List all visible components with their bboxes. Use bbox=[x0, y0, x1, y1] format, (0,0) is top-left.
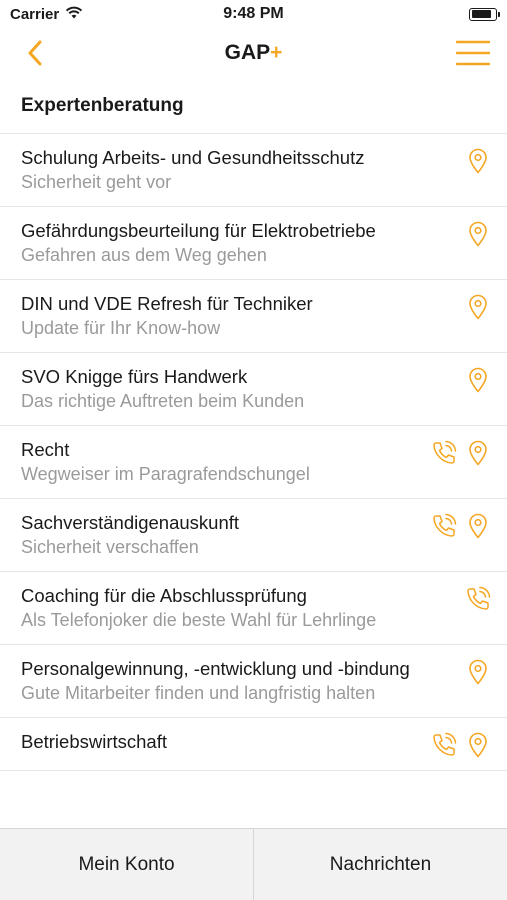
list-item-text: SVO Knigge fürs Handwerk Das richtige Auf… bbox=[21, 365, 465, 413]
location-pin-icon[interactable] bbox=[465, 294, 491, 320]
list-item-title: SVO Knigge fürs Handwerk bbox=[21, 366, 248, 387]
carrier-label: Carrier bbox=[10, 5, 60, 23]
list-item-actions bbox=[431, 730, 491, 758]
list-item-subtitle: Als Telefonjoker die beste Wahl für Lehr… bbox=[21, 610, 377, 630]
list-item-title: Gefährdungsbeurteilung für Elektrobetrie… bbox=[21, 220, 376, 241]
status-bar: Carrier bbox=[0, 0, 507, 28]
location-pin-icon[interactable] bbox=[465, 440, 491, 466]
list-item-actions bbox=[465, 584, 491, 612]
list-item-title: DIN und VDE Refresh für Techniker bbox=[21, 293, 313, 314]
list-item-text: Coaching für die Abschlussprüfung Als Tel… bbox=[21, 584, 465, 632]
list-item-text: Schulung Arbeits- und Gesundheitsschutz S… bbox=[21, 146, 465, 194]
app-title-text: GAP bbox=[224, 41, 271, 64]
phone-call-icon[interactable] bbox=[431, 513, 457, 539]
hamburger-menu-icon bbox=[456, 40, 490, 66]
list-item-subtitle: Das richtige Auftreten beim Kunden bbox=[21, 391, 305, 411]
list-item-title: Betriebswirtschaft bbox=[21, 731, 167, 752]
location-pin-icon[interactable] bbox=[465, 659, 491, 685]
list-item[interactable]: Personalgewinnung, -entwicklung und -bin… bbox=[0, 645, 507, 718]
phone-call-icon[interactable] bbox=[431, 440, 457, 466]
phone-call-icon[interactable] bbox=[465, 586, 491, 612]
list-item-subtitle: Wegweiser im Paragrafendschungel bbox=[21, 464, 310, 484]
phone-call-icon[interactable] bbox=[431, 732, 457, 758]
list-item-subtitle: Gute Mitarbeiter finden und langfristig … bbox=[21, 683, 376, 703]
list-item-text: Betriebswirtschaft bbox=[21, 730, 431, 754]
battery-icon bbox=[469, 7, 500, 21]
app-title: GAP+ bbox=[0, 41, 507, 65]
list-item-title: Recht bbox=[21, 439, 70, 460]
list-item[interactable]: Coaching für die Abschlussprüfung Als Tel… bbox=[0, 572, 507, 645]
list-item-title: Schulung Arbeits- und Gesundheitsschutz bbox=[21, 147, 365, 168]
list-item-subtitle: Sicherheit verschaffen bbox=[21, 537, 199, 557]
list-item-actions bbox=[431, 438, 491, 466]
list-item-title: Sachverständigenauskunft bbox=[21, 512, 240, 533]
list-item[interactable]: Sachverständigenauskunft Sicherheit versc… bbox=[0, 499, 507, 572]
location-pin-icon[interactable] bbox=[465, 367, 491, 393]
list-item-subtitle: Update für Ihr Know-how bbox=[21, 318, 221, 338]
list-item-title: Coaching für die Abschlussprüfung bbox=[21, 585, 307, 606]
list-item-actions bbox=[465, 292, 491, 320]
back-button[interactable] bbox=[18, 36, 52, 70]
list-item-title: Personalgewinnung, -entwicklung und -bin… bbox=[21, 658, 410, 679]
list-item-text: Gefährdungsbeurteilung für Elektrobetrie… bbox=[21, 219, 465, 267]
list-item-actions bbox=[465, 657, 491, 685]
list-item[interactable]: DIN und VDE Refresh für Techniker Update … bbox=[0, 280, 507, 353]
list-item[interactable]: Gefährdungsbeurteilung für Elektrobetrie… bbox=[0, 207, 507, 280]
location-pin-icon[interactable] bbox=[465, 148, 491, 174]
list-item[interactable]: Schulung Arbeits- und Gesundheitsschutz S… bbox=[0, 134, 507, 207]
list-item-actions bbox=[465, 365, 491, 393]
tab-mein-konto[interactable]: Mein Konto bbox=[0, 829, 253, 900]
list-item-subtitle: Sicherheit geht vor bbox=[21, 172, 172, 192]
list-item[interactable]: SVO Knigge fürs Handwerk Das richtige Auf… bbox=[0, 353, 507, 426]
battery-fill bbox=[471, 10, 492, 18]
section-header: Expertenberatung bbox=[0, 78, 507, 134]
bottom-tab-bar: Mein Konto Nachrichten bbox=[0, 828, 507, 900]
expert-list: Schulung Arbeits- und Gesundheitsschutz S… bbox=[0, 134, 507, 828]
list-item-text: Personalgewinnung, -entwicklung und -bin… bbox=[21, 657, 465, 705]
tab-nachrichten[interactable]: Nachrichten bbox=[253, 829, 507, 900]
list-item-actions bbox=[465, 219, 491, 247]
list-item[interactable]: Recht Wegweiser im Paragrafendschungel bbox=[0, 426, 507, 499]
list-item-actions bbox=[465, 146, 491, 174]
wifi-icon bbox=[65, 6, 83, 23]
navigation-bar: GAP+ bbox=[0, 28, 507, 78]
app-title-plus: + bbox=[270, 41, 283, 64]
chevron-left-icon bbox=[28, 40, 42, 66]
list-item[interactable]: Betriebswirtschaft bbox=[0, 718, 507, 771]
location-pin-icon[interactable] bbox=[465, 732, 491, 758]
list-item-text: Recht Wegweiser im Paragrafendschungel bbox=[21, 438, 431, 486]
list-item-actions bbox=[431, 511, 491, 539]
list-item-text: DIN und VDE Refresh für Techniker Update … bbox=[21, 292, 465, 340]
status-left: Carrier bbox=[10, 6, 83, 23]
list-item-subtitle: Gefahren aus dem Weg gehen bbox=[21, 245, 267, 265]
list-item-text: Sachverständigenauskunft Sicherheit versc… bbox=[21, 511, 431, 559]
location-pin-icon[interactable] bbox=[465, 221, 491, 247]
location-pin-icon[interactable] bbox=[465, 513, 491, 539]
menu-button[interactable] bbox=[455, 36, 491, 70]
